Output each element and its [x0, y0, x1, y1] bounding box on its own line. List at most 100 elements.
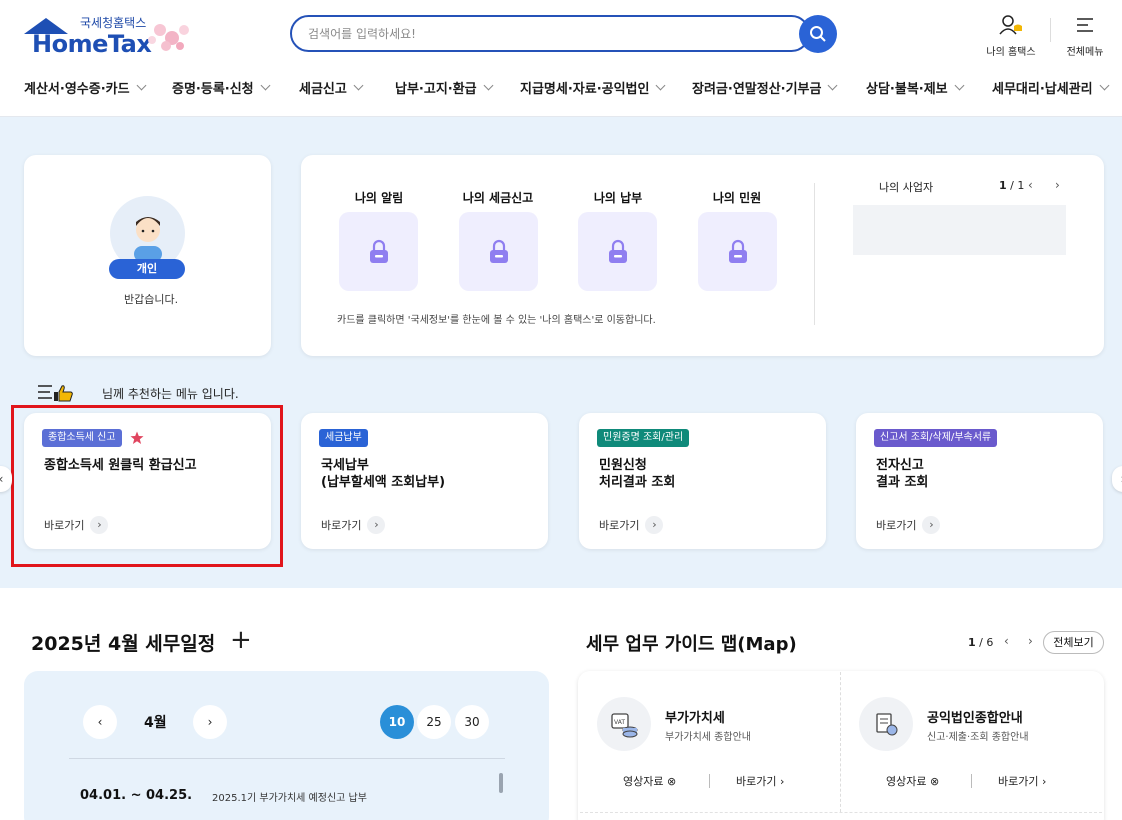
info-label: 나의 세금신고	[462, 191, 534, 205]
business-info-box[interactable]	[853, 205, 1066, 255]
go-link[interactable]: 바로가기 ›	[599, 516, 664, 534]
go-link[interactable]: 바로가기 ›	[736, 773, 784, 789]
lock-icon	[608, 239, 627, 263]
schedule-date: 04.01. ~ 04.25.	[80, 788, 193, 803]
info-note: 카드를 클릭하면 '국세정보'를 한눈에 볼 수 있는 '나의 홈택스'로 이동…	[337, 315, 656, 326]
gnb-label: 납부·고지·환급	[395, 82, 477, 97]
recommend-label: 님께 추천하는 메뉴 입니다.	[102, 386, 239, 401]
recommend-card[interactable]: 민원증명 조회/관리 민원신청 처리결과 조회 바로가기 ›	[579, 413, 826, 549]
go-link[interactable]: 바로가기 ›	[321, 516, 386, 534]
my-info-card: 나의 알림 나의 세금신고 나의 납부 나의 민원 카드를 클릭하면 '국세정보…	[301, 155, 1104, 356]
video-link[interactable]: 영상자료 ⊗	[623, 773, 676, 789]
search-button[interactable]	[799, 15, 837, 53]
schedule-scrollbar[interactable]	[499, 773, 503, 793]
recommend-card[interactable]: 세금납부 국세납부 (납부할세액 조회납부) 바로가기 ›	[301, 413, 548, 549]
link-divider	[709, 774, 710, 788]
go-label: 바로가기	[998, 775, 1039, 788]
video-link[interactable]: 영상자료 ⊗	[886, 773, 939, 789]
recommend-card[interactable]: 신고서 조회/삭제/부속서류 전자신고 결과 조회 바로가기 ›	[856, 413, 1103, 549]
vat-icon: VAT	[597, 697, 651, 751]
go-link[interactable]: 바로가기 ›	[998, 773, 1046, 789]
go-label: 바로가기	[321, 519, 362, 532]
chevron-down-icon	[483, 80, 494, 91]
logo-subtitle: 국세청홈택스	[80, 16, 147, 30]
view-all-button[interactable]: 전체보기	[1043, 631, 1104, 654]
schedule-divider	[69, 758, 505, 759]
chevron-down-icon	[828, 80, 838, 91]
header: 국세청홈택스 HomeTax 나의 홈택스 전체메뉴	[0, 0, 1122, 117]
info-label: 나의 납부	[593, 191, 643, 205]
chevron-down-icon	[353, 80, 364, 91]
schedule-desc[interactable]: 2025.1기 부가가치세 예정신고 납부	[212, 789, 367, 804]
day-chip-active[interactable]: 10	[380, 705, 414, 739]
info-label: 나의 알림	[354, 191, 404, 205]
user-bell-icon	[999, 15, 1022, 35]
gnb-item-payment[interactable]: 납부·고지·환급	[395, 78, 494, 97]
info-divider	[814, 183, 815, 325]
chevron-right-icon: ›	[645, 516, 664, 534]
video-label: 영상자료	[886, 775, 927, 788]
gnb-item-incentive[interactable]: 장려금·연말정산·기부금	[692, 78, 838, 97]
my-alert-title: 나의 알림	[339, 187, 419, 206]
recommend-title: 님께 추천하는 메뉴 입니다.	[38, 383, 239, 403]
day-chip[interactable]: 25	[417, 705, 451, 739]
chevron-down-icon	[954, 80, 965, 91]
chevron-left-icon[interactable]: ‹	[1004, 635, 1014, 647]
guide-divider	[580, 812, 1102, 813]
chevron-right-icon: ›	[779, 775, 785, 788]
chevron-right-icon[interactable]: ›	[1055, 179, 1065, 191]
menu-icon	[1077, 18, 1093, 32]
chevron-right-icon[interactable]: ›	[1028, 635, 1038, 647]
my-hometax-button[interactable]: 나의 홈택스	[983, 14, 1039, 58]
video-icon: ⊗	[929, 775, 940, 788]
guide-item-desc: 부가가치세 종합안내	[665, 732, 751, 743]
page-current: 1	[999, 179, 1007, 192]
logo-title: HomeTax	[32, 30, 152, 58]
my-alert-card[interactable]	[339, 212, 418, 291]
my-tax-report-card[interactable]	[459, 212, 538, 291]
go-label: 바로가기	[876, 519, 917, 532]
gnb-label: 장려금·연말정산·기부금	[692, 82, 822, 97]
recommend-name: 국세납부 (납부할세액 조회납부)	[321, 458, 446, 490]
gnb-item-consult[interactable]: 상담·불복·제보	[866, 78, 965, 97]
guide-title: 세무 업무 가이드 맵(Map)	[586, 634, 797, 655]
global-nav: 계산서·영수증·카드 증명·등록·신청 세금신고 납부·고지·환급 지급명세·자…	[0, 72, 1122, 102]
public-corp-icon	[859, 697, 913, 751]
cherry-blossom-icon	[148, 24, 189, 51]
gnb-item-statement[interactable]: 지급명세·자료·공익법인	[520, 78, 666, 97]
plus-icon[interactable]: +	[230, 626, 252, 654]
lock-icon	[369, 239, 388, 263]
chevron-right-icon: ›	[1041, 775, 1047, 788]
my-civil-title: 나의 민원	[697, 187, 777, 206]
next-month-button[interactable]: ›	[193, 705, 227, 739]
all-menu-button[interactable]: 전체메뉴	[1057, 14, 1113, 58]
chevron-left-icon[interactable]: ‹	[1028, 179, 1038, 191]
guide-item-name[interactable]: 부가가치세	[665, 707, 725, 726]
recommend-name: 민원신청 처리결과 조회	[599, 458, 676, 490]
gnb-item-agent[interactable]: 세무대리·납세관리	[992, 78, 1110, 97]
video-icon: ⊗	[666, 775, 677, 788]
chevron-down-icon	[656, 80, 666, 91]
gnb-label: 지급명세·자료·공익법인	[520, 82, 650, 97]
hometax-logo[interactable]: 국세청홈택스 HomeTax	[24, 14, 204, 58]
day-chip[interactable]: 30	[455, 705, 489, 739]
chevron-down-icon	[136, 80, 147, 91]
gnb-item-certificate[interactable]: 증명·등록·신청	[172, 78, 271, 97]
my-tax-report-title: 나의 세금신고	[458, 187, 538, 206]
gnb-label: 세무대리·납세관리	[992, 82, 1093, 97]
search-input[interactable]	[308, 23, 788, 45]
business-pager: 1 / 1	[999, 179, 1024, 192]
gnb-item-tax-report[interactable]: 세금신고	[299, 78, 364, 97]
recommend-name: 전자신고 결과 조회	[876, 458, 929, 490]
chevron-down-icon	[1099, 80, 1110, 91]
chevron-down-icon	[260, 80, 271, 91]
my-civil-card[interactable]	[698, 212, 777, 291]
prev-month-button[interactable]: ‹	[83, 705, 117, 739]
svg-text:VAT: VAT	[614, 719, 625, 726]
video-label: 영상자료	[623, 775, 664, 788]
gnb-item-invoice[interactable]: 계산서·영수증·카드	[24, 78, 147, 97]
my-payment-card[interactable]	[578, 212, 657, 291]
guide-item-name[interactable]: 공익법인종합안내	[927, 707, 1023, 726]
go-link[interactable]: 바로가기 ›	[876, 516, 941, 534]
welcome-message: 반갑습니다.	[124, 293, 179, 306]
